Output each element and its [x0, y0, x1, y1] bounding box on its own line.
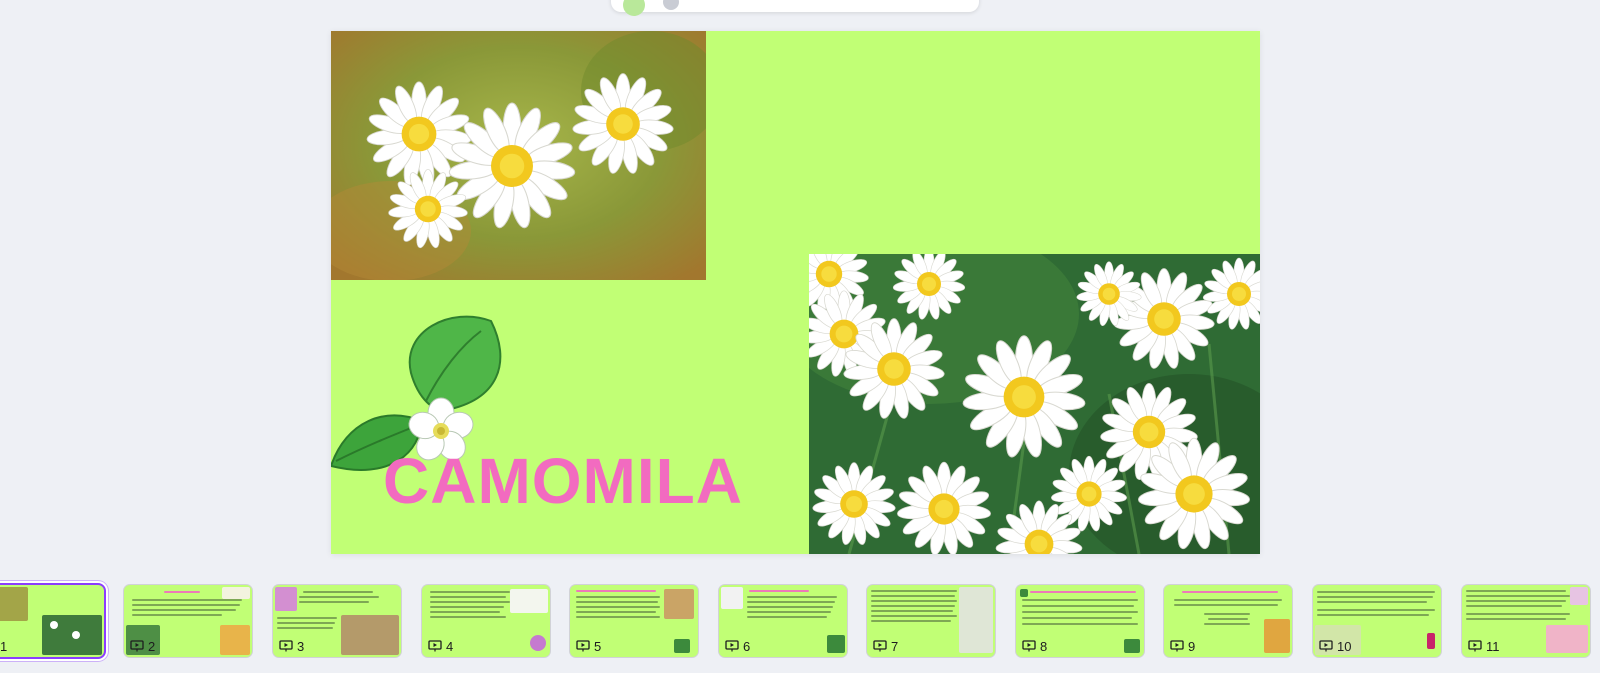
thumbnail-number: 1: [0, 638, 8, 654]
thumbnail-label: 1: [0, 638, 7, 654]
slide-thumbnail-11[interactable]: 11: [1462, 585, 1590, 657]
thumbnail-number: 7: [891, 638, 899, 654]
present-icon: [1468, 640, 1482, 652]
thumbnail-number: 9: [1188, 638, 1196, 654]
thumbnail-number: 2: [148, 638, 156, 654]
slide-thumbnail-5[interactable]: 5: [570, 585, 698, 657]
thumbnail-label: 11: [1468, 638, 1500, 654]
chamomile-photo-top-left[interactable]: [331, 31, 706, 280]
present-icon: [130, 640, 144, 652]
present-icon: [428, 640, 442, 652]
present-icon: [1022, 640, 1036, 652]
slide-title[interactable]: CAMOMILA: [383, 449, 743, 513]
thumbnail-number: 4: [446, 638, 454, 654]
present-icon: [576, 640, 590, 652]
thumbnail-label: 9: [1170, 638, 1195, 654]
thumbnail-label: 7: [873, 638, 898, 654]
thumbnail-number: 10: [1337, 638, 1352, 654]
chamomile-photo-bottom-right[interactable]: [809, 254, 1260, 554]
slide-thumbnail-6[interactable]: 6: [719, 585, 847, 657]
present-icon: [873, 640, 887, 652]
slide-thumbnail-2[interactable]: 2: [124, 585, 252, 657]
toolbar-icon[interactable]: [663, 0, 679, 10]
present-icon: [1170, 640, 1184, 652]
top-toolbar: [611, 0, 979, 16]
slide-thumbnail-4[interactable]: 4: [422, 585, 550, 657]
thumbnail-label: 4: [428, 638, 453, 654]
present-icon: [279, 640, 293, 652]
present-icon: [725, 640, 739, 652]
thumbnail-label: 2: [130, 638, 155, 654]
thumbnail-number: 6: [743, 638, 751, 654]
thumbnail-label: 8: [1022, 638, 1047, 654]
slide-thumbnail-9[interactable]: 9: [1164, 585, 1292, 657]
thumbnail-label: 3: [279, 638, 304, 654]
thumbnail-number: 11: [1486, 638, 1500, 654]
thumbnail-number: 8: [1040, 638, 1048, 654]
thumbnail-number: 3: [297, 638, 305, 654]
thumbnail-label: 6: [725, 638, 750, 654]
slide-filmstrip: 1 2 3 4 5 6 7 8 9 10 11: [0, 582, 1600, 662]
thumbnail-label: 5: [576, 638, 601, 654]
thumbnail-number: 5: [594, 638, 602, 654]
slide-thumbnail-1[interactable]: 1: [0, 585, 104, 657]
present-icon: [1319, 640, 1333, 652]
main-slide-canvas[interactable]: CAMOMILA: [331, 31, 1260, 554]
slide-thumbnail-3[interactable]: 3: [273, 585, 401, 657]
slide-thumbnail-7[interactable]: 7: [867, 585, 995, 657]
thumbnail-label: 10: [1319, 638, 1351, 654]
avatar[interactable]: [623, 0, 645, 16]
slide-thumbnail-8[interactable]: 8: [1016, 585, 1144, 657]
slide-thumbnail-10[interactable]: 10: [1313, 585, 1441, 657]
